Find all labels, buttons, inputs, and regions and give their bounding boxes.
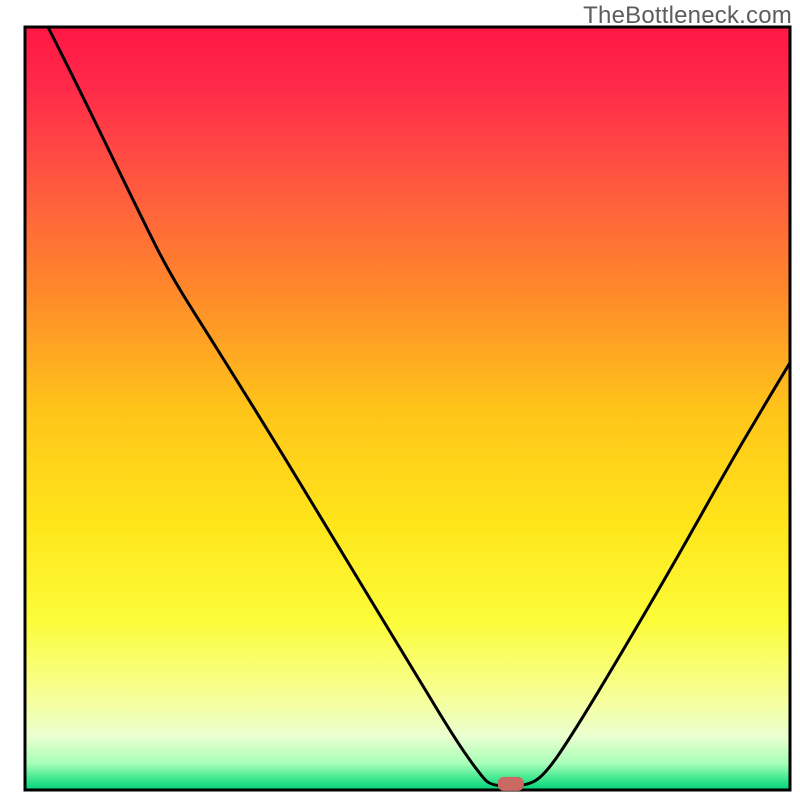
optimum-marker [498,777,524,791]
chart-svg [0,0,800,800]
plot-background [25,27,790,790]
watermark-text: TheBottleneck.com [583,2,792,30]
bottleneck-chart: TheBottleneck.com [0,0,800,800]
